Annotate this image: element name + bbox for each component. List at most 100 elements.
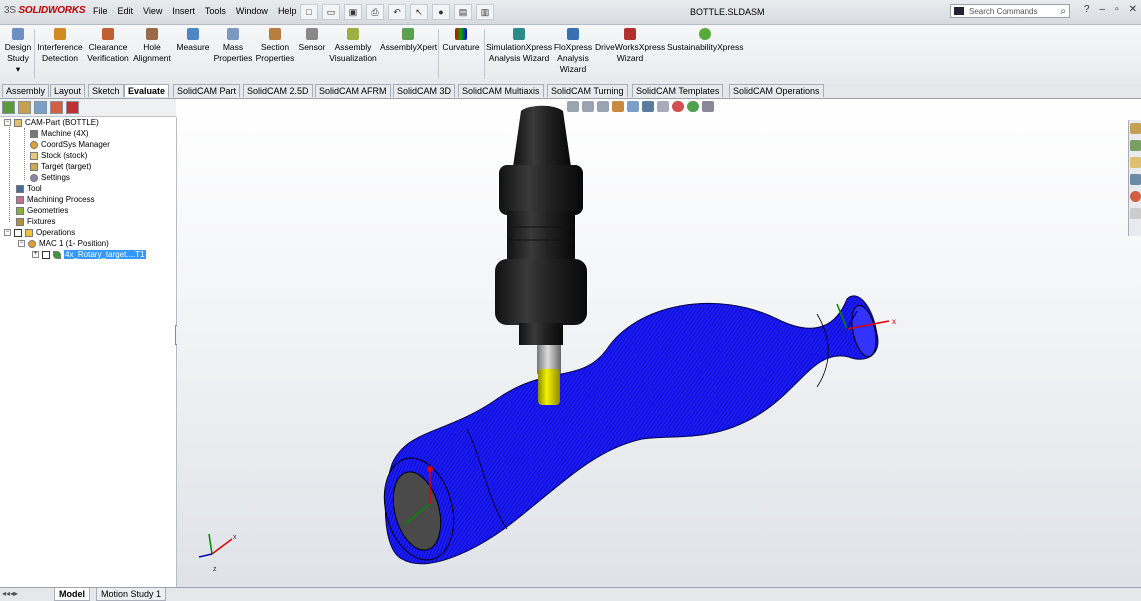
cam-part-icon [14, 118, 22, 127]
options-icon[interactable]: ▥ [476, 4, 494, 20]
tab-solidcam-multiaxis[interactable]: SolidCAM Multiaxis [458, 84, 544, 97]
interference-detection-button[interactable]: Interference Detection [36, 28, 84, 64]
tab-model[interactable]: Model [54, 588, 90, 601]
hole-label-2: Alignment [133, 53, 171, 63]
tab-scroll-arrows-icon[interactable]: ◂◂◂▸ [2, 589, 18, 598]
tree-item-label: Operations [36, 228, 76, 237]
custom-properties-icon[interactable] [1130, 208, 1141, 219]
collapse-icon[interactable]: − [4, 119, 11, 126]
save-icon[interactable]: ▣ [344, 4, 362, 20]
tab-evaluate[interactable]: Evaluate [124, 84, 170, 97]
search-commands-input[interactable]: Search Commands ⌕ [950, 4, 1070, 18]
bottom-tab-bar: ◂◂◂▸ Model Motion Study 1 [0, 587, 1141, 601]
tree-item-settings[interactable]: Settings [30, 173, 70, 182]
tree-item-coordsys[interactable]: CoordSys Manager [30, 140, 110, 149]
checkbox-icon[interactable] [14, 228, 22, 237]
solidworks-logo[interactable]: 3S SOLIDWORKS [4, 5, 86, 16]
driveworksxpress-button[interactable]: DriveWorksXpress Wizard [595, 28, 665, 64]
new-icon[interactable]: □ [300, 4, 318, 20]
tree-item-fixtures[interactable]: Fixtures [16, 217, 55, 226]
sustainabilityxpress-button[interactable]: SustainabilityXpress [667, 28, 744, 53]
tab-solidcam-templates[interactable]: SolidCAM Templates [632, 84, 724, 97]
menu-insert[interactable]: Insert [167, 6, 200, 16]
command-manager-ribbon: Design Study ▾ Interference Detection Cl… [0, 25, 1141, 85]
design-library-icon[interactable] [1130, 140, 1141, 151]
quick-access-toolbar: □ ▭ ▣ ⎙ ↶ ↖ ● ▤ ▥ [300, 4, 494, 20]
assemblyxpert-button[interactable]: AssemblyXpert [380, 28, 438, 53]
tab-solidcam-3d[interactable]: SolidCAM 3D [393, 84, 456, 97]
mass-icon [227, 28, 239, 40]
open-icon[interactable]: ▭ [322, 4, 340, 20]
measure-button[interactable]: Measure [174, 28, 212, 53]
menu-view[interactable]: View [138, 6, 167, 16]
simulationxpress-button[interactable]: SimulationXpress Analysis Wizard [486, 28, 552, 64]
section-label-2: Properties [255, 53, 295, 63]
menu-window[interactable]: Window [231, 6, 273, 16]
interference-icon [54, 28, 66, 40]
appearances-icon[interactable] [1130, 191, 1141, 202]
tree-item-operation[interactable]: + 4x_Rotary_target....T1 [32, 250, 146, 259]
maximize-button[interactable]: ▫ [1115, 4, 1119, 15]
collapse-icon[interactable]: − [18, 240, 25, 247]
home-icon[interactable] [1130, 123, 1141, 134]
tree-item-mac[interactable]: − MAC 1 (1- Position) [18, 239, 109, 248]
tree-item-target[interactable]: Target (target) [30, 162, 91, 171]
hole-alignment-button[interactable]: Hole Alignment [132, 28, 172, 64]
rebuild-icon[interactable]: ● [432, 4, 450, 20]
menu-tools[interactable]: Tools [200, 6, 231, 16]
tab-sketch[interactable]: Sketch [88, 84, 124, 97]
tree-item-tool[interactable]: Tool [16, 184, 42, 193]
menu-edit[interactable]: Edit [113, 6, 139, 16]
assemblyxpert-icon [402, 28, 414, 40]
section-properties-button[interactable]: Section Properties [254, 28, 296, 64]
menu-help[interactable]: Help [273, 6, 302, 16]
tab-solidcam-operations[interactable]: SolidCAM Operations [729, 84, 824, 97]
dimxpert-icon[interactable] [50, 101, 63, 114]
assemblyxpert-label: AssemblyXpert [380, 42, 438, 52]
clearance-verification-button[interactable]: Clearance Verification [85, 28, 131, 64]
propertymanager-icon[interactable] [18, 101, 31, 114]
tab-solidcam-afrm[interactable]: SolidCAM AFRM [315, 84, 391, 97]
curvature-button[interactable]: Curvature [440, 28, 482, 53]
tree-item-machining-process[interactable]: Machining Process [16, 195, 95, 204]
sustainability-label: SustainabilityXpress [667, 42, 744, 52]
tree-item-machine[interactable]: Machine (4X) [30, 129, 89, 138]
sensor-button[interactable]: Sensor [297, 28, 327, 53]
tab-solidcam-2-5d[interactable]: SolidCAM 2.5D [243, 84, 313, 97]
undo-icon[interactable]: ↶ [388, 4, 406, 20]
assembly-visualization-button[interactable]: Assembly Visualization [328, 28, 378, 64]
print-icon[interactable]: ⎙ [366, 4, 384, 20]
tree-item-stock[interactable]: Stock (stock) [30, 151, 87, 160]
expand-icon[interactable]: + [32, 251, 39, 258]
design-study-button[interactable]: Design Study ▾ [4, 28, 32, 75]
tree-item-geometries[interactable]: Geometries [16, 206, 68, 215]
tab-assembly[interactable]: Assembly [2, 84, 50, 97]
tab-solidcam-turning[interactable]: SolidCAM Turning [547, 84, 628, 97]
minimize-button[interactable]: – [1100, 4, 1106, 15]
checkbox-icon[interactable] [42, 250, 50, 259]
tree-item-label: Stock (stock) [41, 151, 88, 160]
solidcam-manager-icon[interactable] [66, 101, 79, 114]
file-properties-icon[interactable]: ▤ [454, 4, 472, 20]
view-palette-icon[interactable] [1130, 174, 1141, 185]
configurationmanager-icon[interactable] [34, 101, 47, 114]
tree-root[interactable]: − CAM-Part (BOTTLE) [4, 118, 99, 127]
tab-layout[interactable]: Layout [50, 84, 86, 97]
mass-properties-button[interactable]: Mass Properties [212, 28, 254, 64]
search-icon[interactable]: ⌕ [1060, 5, 1066, 19]
file-explorer-icon[interactable] [1130, 157, 1141, 168]
tree-item-label: Geometries [27, 206, 69, 215]
menu-file[interactable]: File [88, 6, 113, 16]
featuremanager-icon[interactable] [2, 101, 15, 114]
task-pane-tabs [1128, 120, 1141, 236]
close-button[interactable]: ✕ [1129, 4, 1137, 15]
collapse-icon[interactable]: − [4, 229, 11, 236]
tab-motion-study[interactable]: Motion Study 1 [96, 588, 167, 601]
help-button[interactable]: ? [1084, 4, 1090, 15]
graphics-viewport[interactable]: ▫ ▫ ▫ ▫ [177, 99, 1141, 587]
floxpress-button[interactable]: FloXpress Analysis Wizard [553, 28, 593, 75]
tab-solidcam-part[interactable]: SolidCAM Part [173, 84, 241, 97]
select-icon[interactable]: ↖ [410, 4, 428, 20]
tree-item-operations[interactable]: − Operations [4, 228, 75, 237]
simulation-label-2: Analysis Wizard [488, 53, 550, 63]
